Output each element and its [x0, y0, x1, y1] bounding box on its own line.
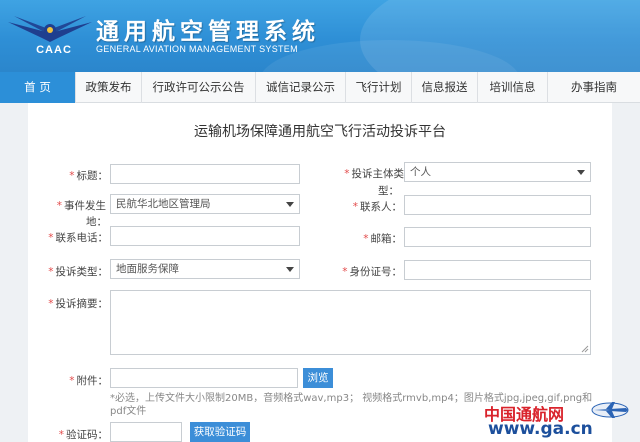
required-mark: * — [56, 200, 62, 212]
complaint-type-label: * 投诉类型： — [34, 264, 108, 279]
event-location-select[interactable]: 民航华北地区管理局 — [110, 194, 300, 214]
required-mark: * — [344, 168, 350, 180]
watermark-url: www.ga.cn — [488, 419, 593, 439]
email-label-text: 邮箱： — [370, 233, 403, 245]
phone-input[interactable] — [110, 226, 300, 246]
summary-textarea[interactable] — [110, 290, 591, 355]
required-mark: * — [363, 233, 369, 245]
nav-item-flight-plan[interactable]: 飞行计划 — [346, 72, 412, 103]
required-mark: * — [58, 429, 64, 441]
attachment-hint-cont: pdf文件 — [110, 406, 147, 417]
required-mark: * — [48, 298, 54, 310]
id-number-input[interactable] — [404, 260, 591, 280]
system-subtitle: GENERAL AVIATION MANAGEMENT SYSTEM — [96, 44, 298, 54]
summary-label-text: 投诉摘要： — [55, 298, 109, 310]
logo-text: CAAC — [36, 44, 72, 56]
event-location-label: * 事件发生 — [38, 198, 106, 213]
captcha-label-text: 验证码： — [66, 429, 108, 441]
nav-item-guide[interactable]: 办事指南 — [548, 72, 640, 103]
contact-input[interactable] — [404, 195, 591, 215]
email-input[interactable] — [404, 227, 591, 247]
attachment-label: * 附件： — [34, 373, 108, 388]
site-header: CAAC 通用航空管理系统 GENERAL AVIATION MANAGEMEN… — [0, 0, 640, 72]
captcha-input[interactable] — [110, 422, 182, 442]
complaint-type-value: 地面服务保障 — [116, 263, 179, 275]
get-captcha-button[interactable]: 获取验证码 — [190, 422, 250, 442]
nav-item-home[interactable]: 首 页 — [0, 72, 76, 103]
title-input[interactable] — [110, 164, 300, 184]
airplane-icon — [591, 402, 629, 418]
summary-label: * 投诉摘要： — [34, 296, 108, 311]
complainant-type-value: 个人 — [410, 166, 431, 178]
nav-item-training[interactable]: 培训信息 — [478, 72, 548, 103]
title-label: * 标题： — [38, 168, 108, 183]
nav-item-policy[interactable]: 政策发布 — [76, 72, 142, 103]
form-title: 运输机场保障通用航空飞行活动投诉平台 — [194, 124, 446, 140]
id-number-label-text: 身份证号： — [349, 266, 403, 278]
required-mark: * — [69, 375, 75, 387]
event-location-label-text: 事件发生 — [64, 200, 106, 212]
event-location-value: 民航华北地区管理局 — [116, 198, 211, 210]
complaint-form-panel: 运输机场保障通用航空飞行活动投诉平台 * 标题： * 投诉主体类 型： 个人 * 事件… — [28, 103, 612, 442]
contact-label: * 联系人： — [328, 199, 402, 214]
resize-handle-icon[interactable] — [581, 345, 589, 353]
phone-label-text: 联系电话： — [55, 232, 109, 244]
required-mark: * — [352, 201, 358, 213]
attachment-label-text: 附件： — [76, 375, 109, 387]
required-mark: * — [48, 232, 54, 244]
complainant-type-select[interactable]: 个人 — [404, 162, 591, 182]
required-mark: * — [48, 266, 54, 278]
id-number-label: * 身份证号： — [328, 264, 402, 279]
main-nav: 首 页 政策发布 行政许可公示公告 诚信记录公示 飞行计划 信息报送 培训信息 … — [0, 72, 640, 103]
browse-button[interactable]: 浏览 — [303, 368, 333, 388]
required-mark: * — [69, 170, 75, 182]
nav-item-admin-license[interactable]: 行政许可公示公告 — [142, 72, 256, 103]
email-label: * 邮箱： — [328, 231, 402, 246]
complaint-type-select[interactable]: 地面服务保障 — [110, 259, 300, 279]
contact-label-text: 联系人： — [360, 201, 402, 213]
complainant-type-label-text: 投诉主体类 — [351, 168, 405, 180]
phone-label: * 联系电话： — [34, 230, 108, 245]
attachment-file-input[interactable] — [110, 368, 298, 388]
required-mark: * — [342, 266, 348, 278]
captcha-label: * 验证码： — [34, 427, 108, 442]
nav-item-credit-records[interactable]: 诚信记录公示 — [256, 72, 346, 103]
title-label-text: 标题： — [76, 170, 109, 182]
nav-item-info-report[interactable]: 信息报送 — [412, 72, 478, 103]
system-title: 通用航空管理系统 — [96, 18, 320, 45]
complainant-type-label: * 投诉主体类 — [328, 166, 404, 181]
complaint-type-label-text: 投诉类型： — [55, 266, 109, 278]
